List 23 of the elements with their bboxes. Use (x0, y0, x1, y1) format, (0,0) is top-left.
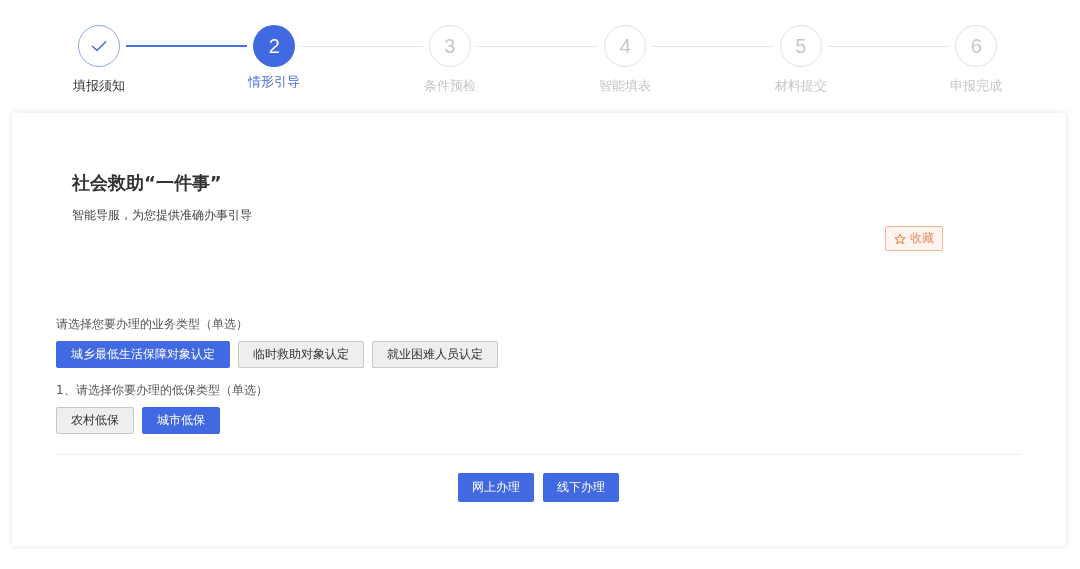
card-subtitle: 智能导服，为您提供准确办事引导 (72, 207, 252, 224)
step-label: 填报须知 (72, 77, 125, 95)
step-number: 3 (444, 34, 456, 58)
step-label: 材料提交 (774, 77, 827, 95)
option-button[interactable]: 农村低保 (56, 407, 134, 434)
star-icon (894, 232, 906, 245)
step-number: 5 (795, 34, 807, 58)
option-button[interactable]: 城市低保 (142, 407, 220, 434)
step-label: 条件预检 (423, 77, 476, 95)
step-number: 2 (268, 34, 280, 58)
action-button[interactable]: 网上办理 (458, 473, 534, 502)
step-number: 4 (619, 34, 631, 58)
step-number: 6 (970, 34, 982, 58)
check-icon (90, 40, 107, 52)
question-label: 请选择您要办理的业务类型（单选） (56, 316, 249, 333)
option-button[interactable]: 临时救助对象认定 (238, 341, 364, 368)
option-button[interactable]: 城乡最低生活保障对象认定 (56, 341, 230, 368)
question-label: 1、请选择你要办理的低保类型（单选） (56, 382, 269, 399)
step-label: 情形引导 (248, 73, 301, 91)
action-button[interactable]: 线下办理 (543, 473, 619, 502)
option-button[interactable]: 就业困难人员认定 (372, 341, 498, 368)
card-title: 社会救助“一件事” (72, 171, 223, 195)
step-label: 智能填表 (599, 77, 652, 95)
